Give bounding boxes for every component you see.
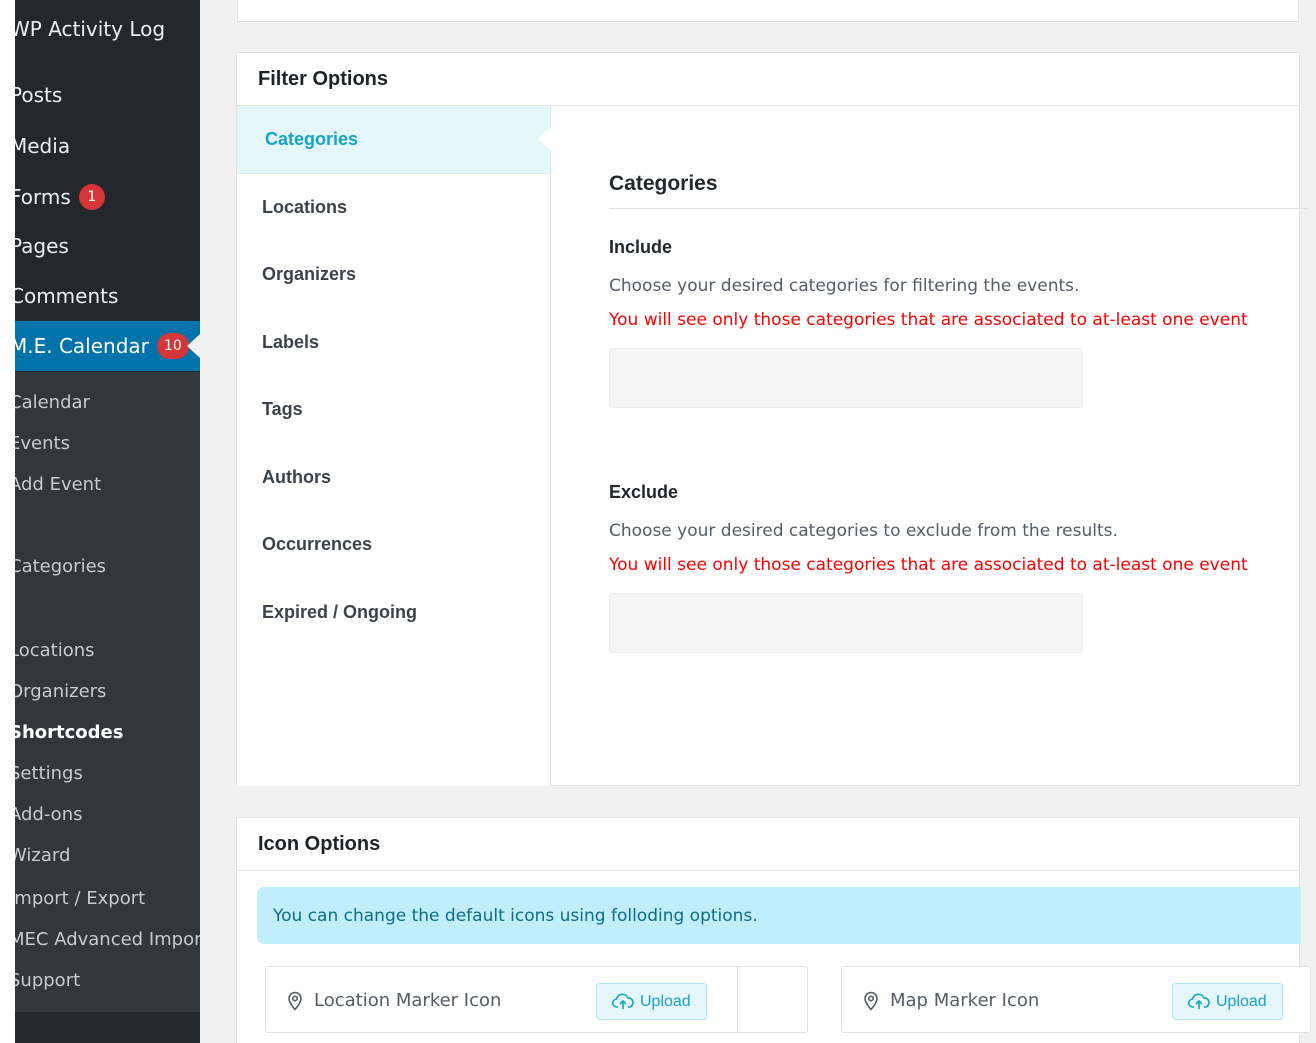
submenu-item-advanced-import[interactable]: MEC Advanced Import bbox=[9, 929, 200, 950]
include-label: Include bbox=[609, 237, 673, 257]
pane-title: Categories bbox=[609, 172, 1309, 209]
submenu-label: Organizers bbox=[9, 681, 107, 702]
submenu-label: Locations bbox=[9, 640, 95, 661]
filter-options-title: Filter Options bbox=[237, 53, 1299, 106]
tab-labels[interactable]: Labels bbox=[237, 309, 550, 377]
submenu-label: Wizard bbox=[9, 845, 71, 866]
sidebar-item-label: Comments bbox=[10, 284, 119, 308]
submenu-item-addons[interactable]: Add-ons bbox=[9, 804, 82, 825]
icon-options-title: Icon Options bbox=[237, 818, 1299, 871]
submenu-item-add-event[interactable]: Add Event bbox=[9, 474, 101, 495]
tab-categories[interactable]: Categories bbox=[237, 106, 551, 174]
location-pin-icon bbox=[864, 991, 878, 1011]
sidebar-item-label: Media bbox=[10, 134, 71, 158]
submenu-item-support[interactable]: Support bbox=[9, 970, 80, 991]
sidebar-item-mec-calendar[interactable]: M.E. Calendar 10 bbox=[10, 321, 200, 371]
tab-locations[interactable]: Locations bbox=[237, 174, 550, 242]
include-description: Choose your desired categories for filte… bbox=[609, 276, 1080, 296]
sidebar-item-forms[interactable]: Forms 1 bbox=[10, 172, 105, 222]
previous-card bbox=[237, 0, 1299, 22]
exclude-warning: You will see only those categories that … bbox=[609, 555, 1248, 575]
sidebar-item-label: Posts bbox=[10, 83, 63, 107]
filter-tab-list: Categories Locations Organizers Labels T… bbox=[237, 106, 551, 786]
submenu-item-categories[interactable]: Categories bbox=[9, 556, 106, 577]
tab-authors[interactable]: Authors bbox=[237, 444, 550, 512]
sidebar-item-comments[interactable]: Comments bbox=[10, 271, 118, 321]
submenu-label: Categories bbox=[9, 556, 107, 577]
sidebar-item-label: Pages bbox=[10, 234, 69, 258]
include-categories-select[interactable] bbox=[609, 348, 1083, 408]
icon-options-card: Icon Options You can change the default … bbox=[236, 817, 1311, 1043]
filter-options-card: Filter Options Categories Locations Orga… bbox=[236, 52, 1309, 786]
categories-pane: Categories Include Choose your desired c… bbox=[609, 106, 1309, 653]
tab-expired-ongoing[interactable]: Expired / Ongoing bbox=[237, 579, 550, 647]
sidebar-item-media[interactable]: Media bbox=[10, 121, 70, 171]
tab-label: Organizers bbox=[262, 264, 357, 285]
mec-count-badge: 10 bbox=[156, 333, 189, 359]
tab-label: Categories bbox=[265, 128, 359, 149]
exclude-description: Choose your desired categories to exclud… bbox=[609, 521, 1118, 541]
map-marker-label-wrap: Map Marker Icon bbox=[862, 967, 1039, 1034]
submenu-label: Add-ons bbox=[9, 804, 83, 825]
submenu-label: Settings bbox=[9, 763, 83, 784]
submenu-label: MEC Advanced Import bbox=[9, 929, 200, 950]
map-marker-upload-button[interactable]: Upload bbox=[1172, 983, 1283, 1020]
location-marker-label-wrap: Location Marker Icon bbox=[286, 967, 501, 1034]
location-marker-label: Location Marker Icon bbox=[314, 990, 502, 1011]
admin-sidebar: WP Activity Log Posts Media Forms 1 Pages… bbox=[0, 0, 200, 1043]
submenu-item-shortcodes[interactable]: Shortcodes bbox=[9, 722, 123, 743]
exclude-categories-select[interactable] bbox=[609, 593, 1083, 653]
submenu-item-calendar[interactable]: Calendar bbox=[9, 392, 90, 413]
upload-label: Upload bbox=[640, 992, 691, 1010]
submenu-item-settings[interactable]: Settings bbox=[9, 763, 83, 784]
tab-tags[interactable]: Tags bbox=[237, 376, 550, 444]
submenu-item-locations[interactable]: Locations bbox=[9, 640, 95, 661]
tab-label: Occurrences bbox=[262, 534, 373, 555]
location-marker-upload-button[interactable]: Upload bbox=[596, 983, 707, 1020]
cloud-upload-icon bbox=[1188, 993, 1210, 1009]
submenu-label: Events bbox=[9, 433, 70, 454]
location-marker-icon-field: Location Marker Icon Upload bbox=[265, 966, 808, 1033]
submenu-label: Shortcodes bbox=[9, 722, 124, 743]
submenu-label: Support bbox=[9, 970, 81, 991]
submenu-item-import-export[interactable]: Import / Export bbox=[9, 888, 145, 909]
map-marker-label: Map Marker Icon bbox=[890, 990, 1040, 1011]
cloud-upload-icon bbox=[612, 993, 634, 1009]
tab-label: Locations bbox=[262, 196, 348, 217]
submenu-item-wizard[interactable]: Wizard bbox=[9, 845, 70, 866]
exclude-label: Exclude bbox=[609, 482, 679, 502]
sidebar-item-posts[interactable]: Posts bbox=[10, 70, 62, 120]
tab-label: Authors bbox=[262, 466, 331, 487]
tab-label: Labels bbox=[262, 331, 320, 352]
submenu-label: Calendar bbox=[9, 392, 90, 413]
map-marker-icon-field: Map Marker Icon Upload bbox=[841, 966, 1311, 1033]
upload-label: Upload bbox=[1216, 992, 1267, 1010]
sidebar-item-activity-log[interactable]: WP Activity Log bbox=[10, 4, 165, 54]
submenu-label: Add Event bbox=[9, 474, 102, 495]
sidebar-clip bbox=[0, 0, 15, 1043]
submenu-label: Import / Export bbox=[9, 888, 146, 909]
tab-occurrences[interactable]: Occurrences bbox=[237, 511, 550, 579]
active-indicator-arrow bbox=[187, 334, 200, 358]
sidebar-item-pages[interactable]: Pages bbox=[10, 221, 69, 271]
submenu-item-events[interactable]: Events bbox=[9, 433, 70, 454]
sidebar-item-label: M.E. Calendar bbox=[10, 334, 149, 358]
location-pin-icon bbox=[288, 991, 302, 1011]
tab-organizers[interactable]: Organizers bbox=[237, 241, 550, 309]
icon-options-info: You can change the default icons using f… bbox=[257, 887, 1301, 944]
submenu-item-organizers[interactable]: Organizers bbox=[9, 681, 106, 702]
include-warning: You will see only those categories that … bbox=[609, 310, 1248, 330]
location-marker-preview bbox=[737, 967, 807, 1032]
sidebar-item-label: WP Activity Log bbox=[10, 17, 166, 41]
tab-label: Tags bbox=[262, 399, 303, 420]
forms-count-badge: 1 bbox=[78, 184, 105, 210]
sidebar-item-label: Forms bbox=[10, 185, 71, 209]
tab-label: Expired / Ongoing bbox=[262, 601, 418, 622]
